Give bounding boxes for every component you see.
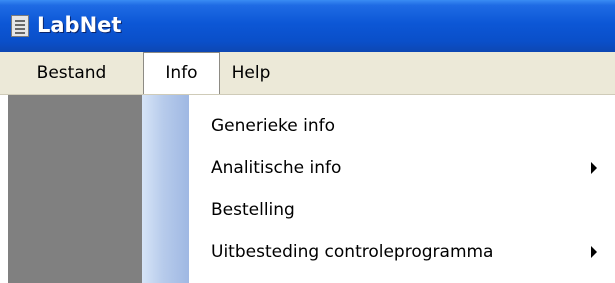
- menu-item-label: Uitbesteding controleprogramma: [211, 242, 494, 262]
- window-title: LabNet: [37, 13, 122, 37]
- menu-bar: Bestand Info Help: [0, 52, 615, 95]
- menu-item-generieke-info[interactable]: Generieke info: [189, 105, 615, 147]
- title-bar[interactable]: LabNet: [0, 0, 615, 52]
- menu-help[interactable]: Help: [220, 52, 282, 94]
- menu-item-label: Generieke info: [211, 116, 336, 136]
- menu-item-bestelling[interactable]: Bestelling: [189, 189, 615, 231]
- menu-info[interactable]: Info: [143, 52, 220, 94]
- menu-item-analitische-info[interactable]: Analitische info: [189, 147, 615, 189]
- submenu-arrow-icon: [591, 162, 597, 174]
- menu-icon-strip: [142, 95, 189, 283]
- application-icon[interactable]: [11, 15, 29, 37]
- info-dropdown-menu: Generieke info Analitische info Bestelli…: [142, 95, 615, 283]
- menu-item-label: Analitische info: [211, 158, 342, 178]
- client-area: [8, 95, 143, 283]
- submenu-arrow-icon: [591, 246, 597, 258]
- menu-item-label: Bestelling: [211, 200, 295, 220]
- menu-bestand[interactable]: Bestand: [8, 52, 135, 94]
- menu-item-uitbesteding-controleprogramma[interactable]: Uitbesteding controleprogramma: [189, 231, 615, 273]
